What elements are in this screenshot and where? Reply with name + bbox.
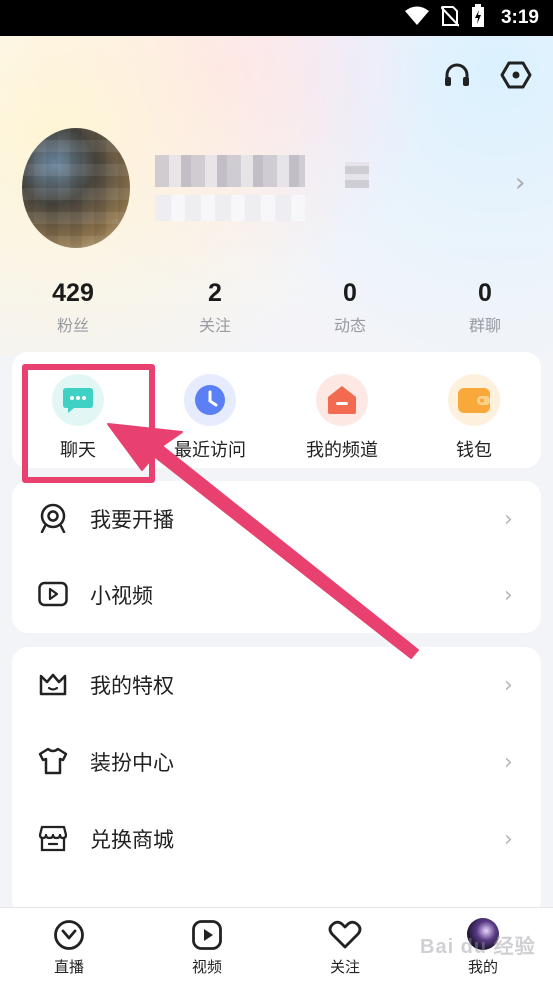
chevron-right-icon: › xyxy=(504,506,513,532)
chevron-right-icon: › xyxy=(504,826,513,852)
menu-item-label: 小视频 xyxy=(90,584,153,608)
stat-label: 关注 xyxy=(198,316,231,335)
status-bar: 3:19 xyxy=(0,0,553,36)
profile-chevron-icon[interactable]: › xyxy=(515,168,525,198)
quick-action-label: 我的频道 xyxy=(306,440,378,461)
menu-item-exchange-mall[interactable]: 兑换商城 › xyxy=(12,801,541,877)
heart-icon xyxy=(328,918,362,952)
store-icon xyxy=(38,823,68,853)
stat-posts[interactable]: 0 动态 xyxy=(300,278,400,336)
menu-item-short-video[interactable]: 小视频 › xyxy=(12,557,541,633)
tab-live[interactable]: 直播 xyxy=(29,918,109,977)
stat-label: 粉丝 xyxy=(56,316,89,335)
stat-label: 动态 xyxy=(333,316,366,335)
stats-row: 429 粉丝 2 关注 0 动态 0 群聊 xyxy=(0,278,553,338)
avatar[interactable] xyxy=(22,128,130,248)
watermark: Bai du 经验 xyxy=(420,936,536,958)
tab-label: 关注 xyxy=(329,958,360,976)
menu-group-2: 我的特权 › 装扮中心 › 兑换商城 › xyxy=(12,647,541,917)
settings-hexagon-icon[interactable] xyxy=(499,58,533,92)
stat-value: 2 xyxy=(208,279,222,307)
tab-label: 直播 xyxy=(53,958,84,976)
menu-item-dress-up[interactable]: 装扮中心 › xyxy=(12,724,541,800)
menu-group-1: 我要开播 › 小视频 › xyxy=(12,481,541,633)
wifi-icon xyxy=(404,6,429,30)
wallet-icon xyxy=(448,374,500,426)
tab-video[interactable]: 视频 xyxy=(167,918,247,977)
quick-action-recent[interactable]: 最近访问 xyxy=(150,374,270,462)
broadcast-camera-icon xyxy=(38,503,68,533)
user-badge-blurred xyxy=(345,162,369,188)
menu-item-label: 兑换商城 xyxy=(90,828,174,852)
menu-item-go-live[interactable]: 我要开播 › xyxy=(12,481,541,557)
stat-fans[interactable]: 429 粉丝 xyxy=(23,278,123,336)
battery-charging-icon xyxy=(471,4,485,32)
highlight-box xyxy=(22,364,155,483)
clock-icon xyxy=(184,374,236,426)
status-time: 3:19 xyxy=(500,7,539,28)
stat-value: 429 xyxy=(52,279,94,307)
chevron-right-icon: › xyxy=(504,672,513,698)
live-check-icon xyxy=(52,918,86,952)
chevron-right-icon: › xyxy=(504,749,513,775)
tab-label: 视频 xyxy=(191,958,222,976)
house-icon xyxy=(316,374,368,426)
quick-action-label: 最近访问 xyxy=(174,440,246,461)
quick-action-label: 钱包 xyxy=(456,440,492,461)
play-icon xyxy=(190,918,224,952)
no-sim-icon xyxy=(440,5,460,31)
stat-value: 0 xyxy=(478,279,492,307)
menu-item-label: 装扮中心 xyxy=(90,751,174,775)
crown-icon xyxy=(38,669,68,699)
username-blurred[interactable] xyxy=(155,155,305,187)
menu-item-label: 我要开播 xyxy=(90,508,174,532)
menu-item-label: 我的特权 xyxy=(90,674,174,698)
headset-icon[interactable] xyxy=(440,58,474,92)
quick-action-channel[interactable]: 我的频道 xyxy=(282,374,402,462)
user-subtitle-blurred xyxy=(155,195,305,221)
tab-label: 我的 xyxy=(467,958,498,976)
video-play-icon xyxy=(38,579,68,609)
stat-value: 0 xyxy=(343,279,357,307)
stat-following[interactable]: 2 关注 xyxy=(165,278,265,336)
stat-label: 群聊 xyxy=(468,316,501,335)
quick-action-wallet[interactable]: 钱包 xyxy=(414,374,534,462)
tshirt-icon xyxy=(38,746,68,776)
menu-item-privileges[interactable]: 我的特权 › xyxy=(12,647,541,723)
tab-following[interactable]: 关注 xyxy=(305,918,385,977)
chevron-right-icon: › xyxy=(504,582,513,608)
stat-groups[interactable]: 0 群聊 xyxy=(435,278,535,336)
